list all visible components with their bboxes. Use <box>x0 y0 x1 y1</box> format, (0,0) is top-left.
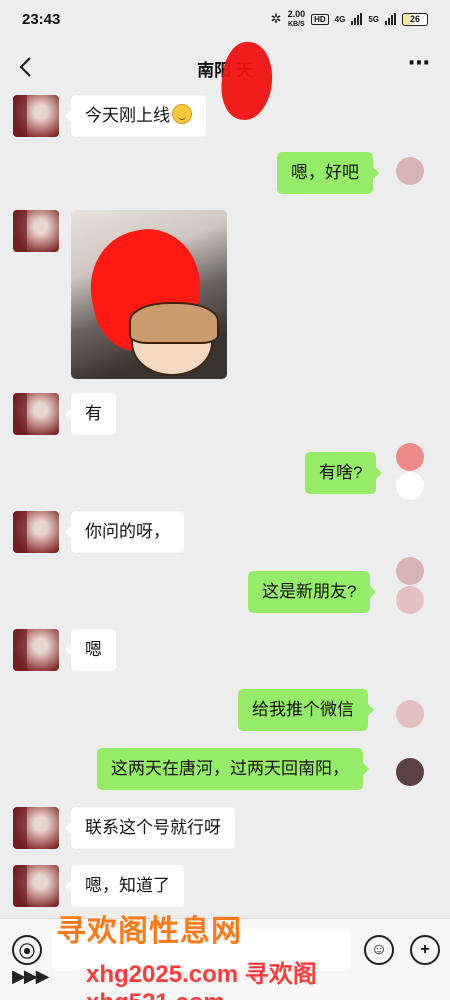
message-bubble-sent[interactable]: 给我推个微信 <box>238 689 374 731</box>
message-bubble-received[interactable]: 你问的呀， <box>65 511 184 553</box>
message-bubble-received[interactable]: 有 <box>65 393 116 435</box>
contact-avatar[interactable] <box>13 511 59 553</box>
signal-4g-label: 4G <box>334 14 346 24</box>
message-bubble-sent[interactable]: 这是新朋友? <box>248 571 377 613</box>
status-bar: 23:43 ✲ 2.00 KB/S HD 4G 5G 26 <box>0 0 450 38</box>
sticker-decoration <box>396 586 424 614</box>
message-text: 给我推个微信 <box>252 700 354 719</box>
message-text: 这两天在唐河，过两天回南阳， <box>111 759 349 778</box>
status-time: 23:43 <box>22 10 61 28</box>
signal-bars-icon <box>351 13 363 25</box>
voice-input-icon[interactable]: ⦿ <box>12 935 42 965</box>
contact-avatar[interactable] <box>13 393 59 435</box>
hd-badge: HD <box>311 13 329 25</box>
watermark-text: 寻欢阁性息网 <box>56 915 242 948</box>
message-bubble-sent[interactable]: 有啥? <box>305 452 383 494</box>
message-text: 嗯，好吧 <box>291 163 359 182</box>
message-text: 你问的呀， <box>85 522 170 541</box>
net-speed-value: 2.00 <box>287 8 306 19</box>
battery-icon: 26 <box>402 12 428 26</box>
sticker-decoration <box>396 472 424 500</box>
smiling-face-emoji-icon <box>172 104 192 124</box>
arrow-icon: ▶▶▶ <box>12 966 50 986</box>
message-bubble-sent[interactable]: 嗯，好吧 <box>277 152 379 194</box>
watermark-url: xhg2025.com 寻欢阁xhg521.com <box>86 961 317 1000</box>
contact-avatar[interactable] <box>13 210 59 252</box>
message-text: 联系这个号就行呀 <box>85 818 221 837</box>
signal-bars-icon-2 <box>385 13 396 25</box>
back-arrow-icon[interactable] <box>12 52 40 82</box>
contact-avatar[interactable] <box>13 629 59 671</box>
sticker-decoration <box>396 443 424 471</box>
contact-avatar[interactable] <box>13 95 59 137</box>
sticker-decoration <box>396 758 424 786</box>
message-bubble-received[interactable]: 今天刚上线 <box>65 95 206 137</box>
message-text: 有 <box>85 404 102 423</box>
message-text: 嗯，知道了 <box>85 876 170 895</box>
sticker-decoration <box>396 157 424 185</box>
sticker-decoration <box>396 700 424 728</box>
message-text: 有啥? <box>319 463 363 482</box>
message-bubble-received[interactable]: 嗯，知道了 <box>65 865 184 907</box>
sticker-decoration <box>396 557 424 585</box>
more-options-icon[interactable]: ⋯ <box>408 52 434 78</box>
message-text: 嗯 <box>85 640 102 659</box>
contact-avatar[interactable] <box>13 807 59 849</box>
cartoon-sticker <box>129 302 219 376</box>
image-message[interactable] <box>71 210 227 379</box>
signal-5g-label: 5G <box>368 14 379 24</box>
net-speed: 2.00 KB/S <box>287 8 306 29</box>
contact-avatar[interactable] <box>13 865 59 907</box>
status-icons: ✲ 2.00 KB/S HD 4G 5G 26 <box>270 8 428 29</box>
message-bubble-sent[interactable]: 这两天在唐河，过两天回南阳， <box>97 748 369 790</box>
message-bubble-received[interactable]: 联系这个号就行呀 <box>65 807 235 849</box>
bluetooth-icon: ✲ <box>270 11 282 26</box>
net-speed-unit: KB/S <box>287 20 305 28</box>
message-text: 今天刚上线 <box>85 106 170 125</box>
message-text: 这是新朋友? <box>262 582 357 601</box>
message-bubble-received[interactable]: 嗯 <box>65 629 116 671</box>
